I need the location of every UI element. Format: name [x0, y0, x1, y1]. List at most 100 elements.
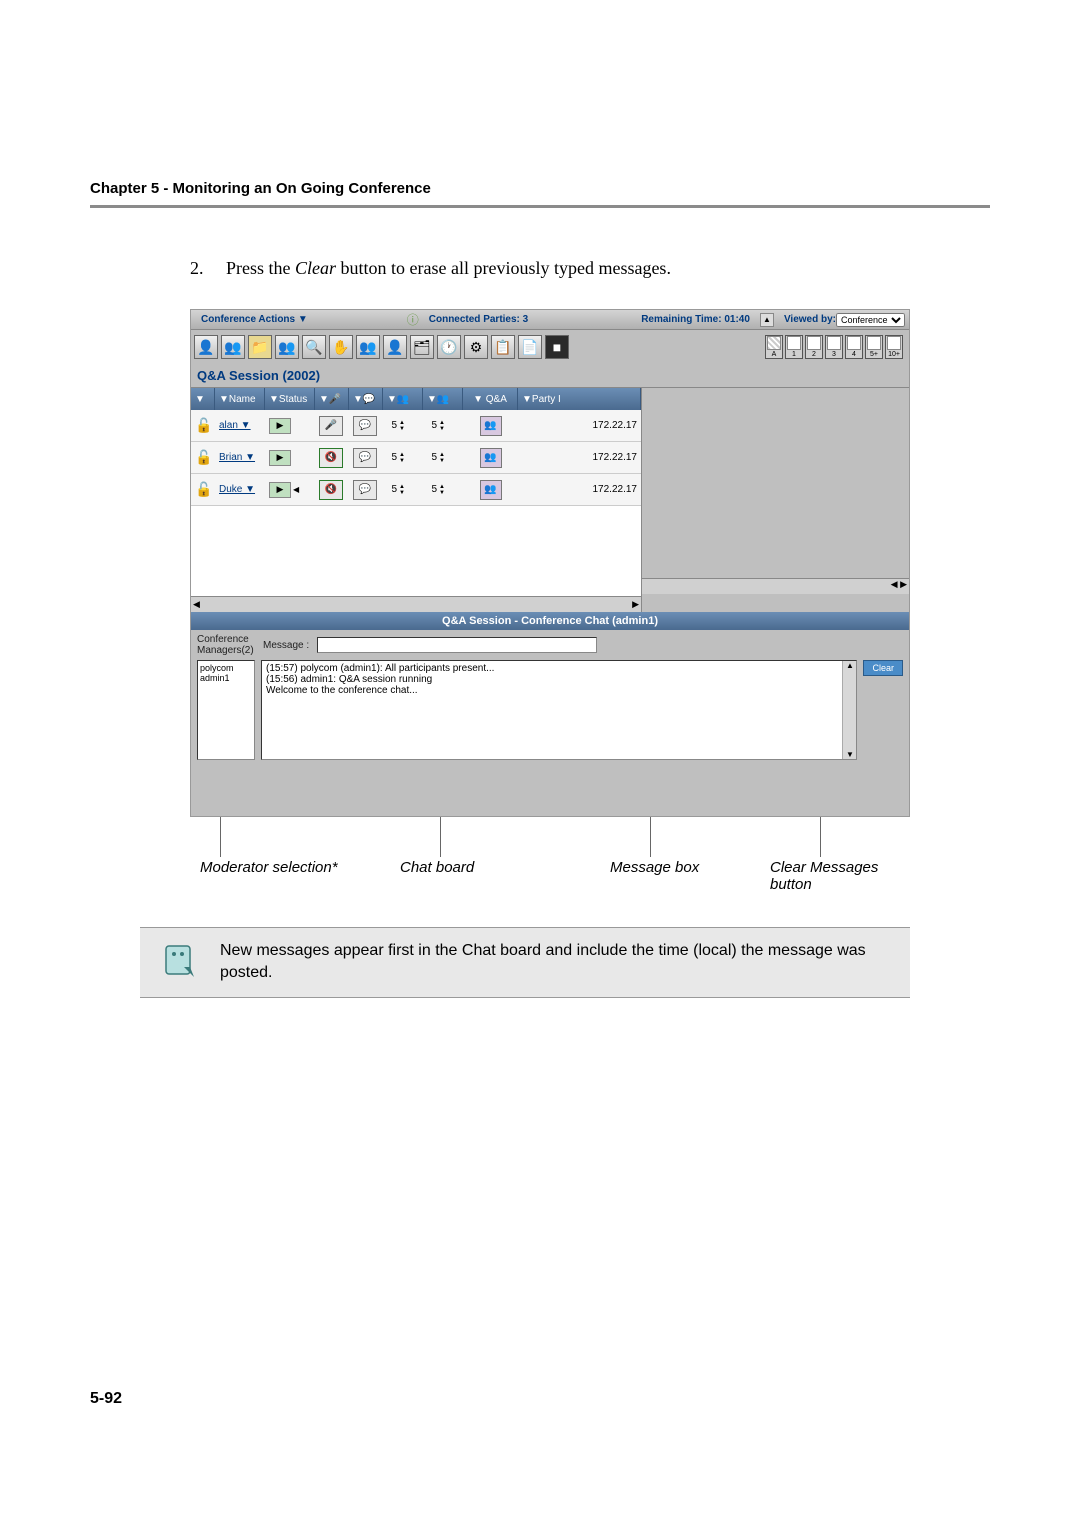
participant-name[interactable]: alan ▼ [219, 420, 251, 431]
toolbar-btn-4[interactable]: 👥 [275, 335, 299, 359]
col-party[interactable]: ▼Party I [518, 388, 641, 410]
status-badge: ▶ [269, 418, 291, 434]
conference-bar: Conference Actions ▼ ⓘ Connected Parties… [191, 310, 909, 330]
layout-4[interactable]: 4 [845, 335, 863, 359]
right-h-scrollbar[interactable]: ◀ ▶ [642, 578, 909, 594]
toolbar-btn-8[interactable]: 👤 [383, 335, 407, 359]
participant-name[interactable]: Duke ▼ [219, 484, 255, 495]
step-instruction: 2. Press the Clear button to erase all p… [190, 258, 990, 279]
chat-area: Conference Managers(2) Message : polycom… [191, 630, 909, 816]
session-title: Q&A Session (2002) [191, 364, 909, 388]
connected-parties: Connected Parties: 3 [419, 314, 538, 325]
step-text-pre: Press the [226, 258, 295, 278]
toolbar-btn-7[interactable]: 👥 [356, 335, 380, 359]
col-name[interactable]: ▼Name [215, 388, 265, 410]
lock-icon: 🔓 [195, 449, 212, 466]
party-ip: 172.22.17 [593, 452, 638, 463]
spinner-2[interactable]: 5▲▼ [427, 420, 445, 432]
toolbar-btn-14[interactable]: ■ [545, 335, 569, 359]
toolbar-btn-5[interactable]: 🔍 [302, 335, 326, 359]
step-number: 2. [190, 258, 204, 278]
col-mic[interactable]: ▼🎤 [315, 388, 349, 410]
layout-3[interactable]: 3 [825, 335, 843, 359]
col-status[interactable]: ▼Status [265, 388, 315, 410]
chat-scrollbar[interactable]: ▲▼ [842, 661, 856, 759]
table-row: 🔓 alan ▼ ▶ 🎤 💬 5▲▼ 5▲▼ 👥 172.22.17 [191, 410, 641, 442]
managers-list[interactable]: polycom admin1 [197, 660, 255, 760]
anno-chatboard: Chat board [400, 859, 474, 876]
remaining-time: Remaining Time: 01:40 [631, 314, 760, 325]
layout-10plus[interactable]: 10+ [885, 335, 903, 359]
spinner-2[interactable]: 5▲▼ [427, 452, 445, 464]
managers-label: Conference Managers(2) [197, 634, 255, 656]
manager-item[interactable]: polycom [200, 663, 252, 673]
chat-button[interactable]: 💬 [353, 416, 377, 436]
layout-2[interactable]: 2 [805, 335, 823, 359]
lock-icon: 🔓 [195, 417, 212, 434]
scroll-up-button[interactable]: ▲ [760, 313, 774, 327]
note-icon [160, 940, 200, 980]
col-expand[interactable]: ▼ [191, 388, 215, 410]
chat-button[interactable]: 💬 [353, 480, 377, 500]
clear-button[interactable]: Clear [863, 660, 903, 676]
viewed-by-label: Viewed by: [784, 314, 836, 325]
chat-header: Q&A Session - Conference Chat (admin1) [191, 612, 909, 630]
layout-selector: A 1 2 3 4 5+ 10+ [755, 332, 909, 362]
app-screenshot: Conference Actions ▼ ⓘ Connected Parties… [190, 309, 910, 817]
mic-button[interactable]: 🔇 [319, 448, 343, 468]
toolbar-btn-3[interactable]: 📁 [248, 335, 272, 359]
col-sp2[interactable]: ▼👥 [423, 388, 463, 410]
chat-line: (15:57) polycom (admin1): All participan… [266, 663, 852, 674]
table-h-scrollbar[interactable]: ◀▶ [191, 596, 641, 612]
chat-button[interactable]: 💬 [353, 448, 377, 468]
layout-1[interactable]: 1 [785, 335, 803, 359]
table-row: 🔓 Duke ▼ ▶◀ 🔇 💬 5▲▼ 5▲▼ 👥 172.22.17 [191, 474, 641, 506]
toolbar-btn-9[interactable]: 🗂 [410, 335, 434, 359]
spinner-1[interactable]: 5▲▼ [387, 420, 405, 432]
status-badge: ▶ [269, 450, 291, 466]
chat-line: Welcome to the conference chat... [266, 685, 852, 696]
layout-a[interactable]: A [765, 335, 783, 359]
toolbar-btn-13[interactable]: 📄 [518, 335, 542, 359]
layout-5plus[interactable]: 5+ [865, 335, 883, 359]
table-row: 🔓 Brian ▼ ▶ 🔇 💬 5▲▼ 5▲▼ 👥 172.22.17 [191, 442, 641, 474]
info-icon[interactable]: ⓘ [407, 311, 419, 328]
col-chat[interactable]: ▼💬 [349, 388, 383, 410]
step-text-post: button to erase all previously typed mes… [336, 258, 671, 278]
col-sp1[interactable]: ▼👥 [383, 388, 423, 410]
mic-button[interactable]: 🎤 [319, 416, 343, 436]
party-ip: 172.22.17 [593, 484, 638, 495]
toolbar-btn-1[interactable]: 👤 [194, 335, 218, 359]
message-input[interactable] [317, 637, 597, 653]
anno-clearbtn: Clear Messages button [770, 859, 878, 893]
qa-badge[interactable]: 👥 [480, 448, 502, 468]
toolbar-btn-11[interactable]: ⚙ [464, 335, 488, 359]
spinner-1[interactable]: 5▲▼ [387, 452, 405, 464]
participants-table: ▼ ▼Name ▼Status ▼🎤 ▼💬 ▼👥 ▼👥 ▼ Q&A ▼Party… [191, 388, 641, 612]
viewed-by-select[interactable]: Conference [836, 313, 905, 327]
col-qa[interactable]: ▼ Q&A [463, 388, 518, 410]
qa-badge[interactable]: 👥 [480, 416, 502, 436]
chapter-header: Chapter 5 - Monitoring an On Going Confe… [90, 180, 990, 197]
toolbar-btn-10[interactable]: 🕐 [437, 335, 461, 359]
toolbar-btn-12[interactable]: 📋 [491, 335, 515, 359]
note-box: New messages appear first in the Chat bo… [140, 927, 910, 998]
spinner-2[interactable]: 5▲▼ [427, 484, 445, 496]
qa-badge[interactable]: 👥 [480, 480, 502, 500]
anno-msgbox: Message box [610, 859, 699, 876]
toolbar-btn-2[interactable]: 👥 [221, 335, 245, 359]
participant-name[interactable]: Brian ▼ [219, 452, 255, 463]
status-badge: ▶ [269, 482, 291, 498]
toolbar-btn-6[interactable]: ✋ [329, 335, 353, 359]
conference-actions-menu[interactable]: Conference Actions ▼ [195, 314, 314, 325]
anno-moderator: Moderator selection* [200, 859, 338, 876]
manager-item[interactable]: admin1 [200, 673, 252, 683]
chat-line: (15:56) admin1: Q&A session running [266, 674, 852, 685]
mic-button[interactable]: 🔇 [319, 480, 343, 500]
message-label: Message : [263, 640, 309, 651]
party-ip: 172.22.17 [593, 420, 638, 431]
page-number: 5-92 [90, 1390, 122, 1408]
spinner-1[interactable]: 5▲▼ [387, 484, 405, 496]
right-panel: ◀ ▶ [641, 388, 909, 612]
chat-board: (15:57) polycom (admin1): All participan… [261, 660, 857, 760]
